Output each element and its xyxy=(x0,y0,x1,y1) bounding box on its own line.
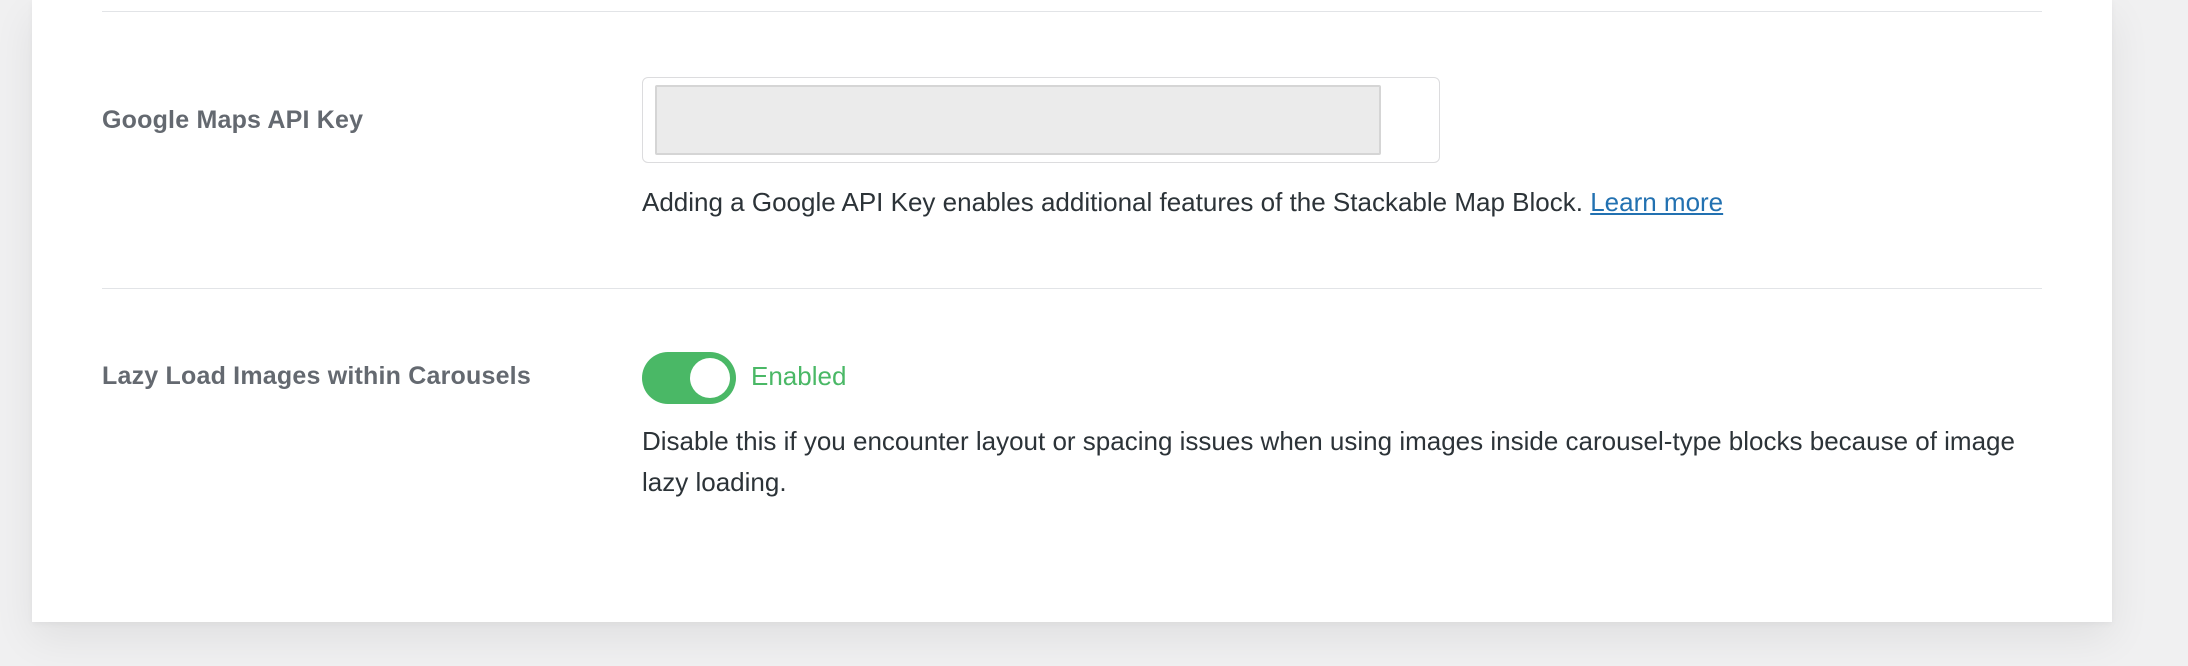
google-maps-api-key-field-wrapper xyxy=(642,77,1440,163)
google-maps-api-key-help: Adding a Google API Key enables addition… xyxy=(642,182,1723,223)
google-maps-api-key-input[interactable] xyxy=(655,85,1381,155)
google-maps-api-key-label: Google Maps API Key xyxy=(102,106,364,134)
lazy-load-status: Enabled xyxy=(751,361,847,391)
lazy-load-toggle[interactable] xyxy=(642,352,736,404)
lazy-load-help: Disable this if you encounter layout or … xyxy=(642,426,2015,497)
section-divider xyxy=(102,288,2042,289)
toggle-knob xyxy=(690,358,730,398)
lazy-load-carousels-label: Lazy Load Images within Carousels xyxy=(102,362,531,390)
settings-panel: Google Maps API Key Adding a Google API … xyxy=(32,0,2112,622)
google-maps-api-key-description: Adding a Google API Key enables addition… xyxy=(642,187,1583,217)
learn-more-link[interactable]: Learn more xyxy=(1590,187,1723,217)
section-divider-top xyxy=(102,11,2042,12)
